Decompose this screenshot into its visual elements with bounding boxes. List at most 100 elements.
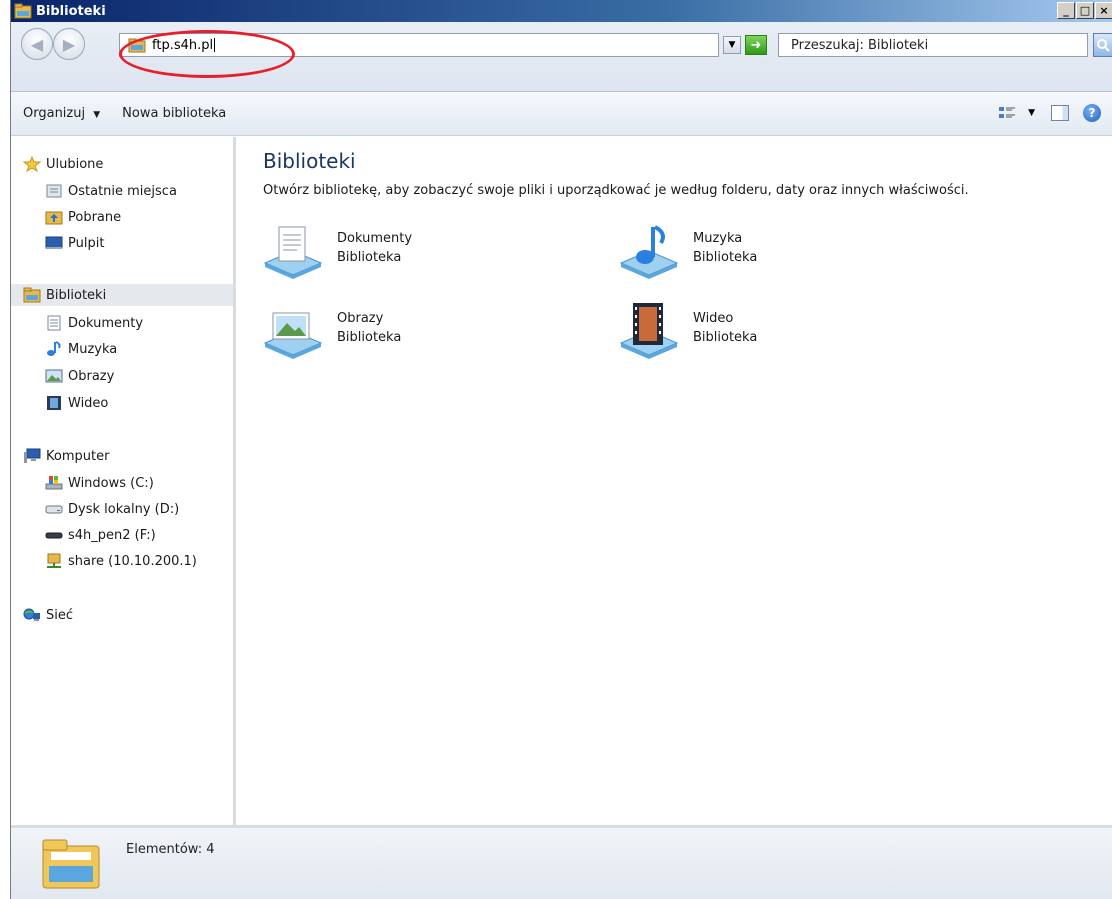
libraries-icon bbox=[14, 3, 32, 19]
forward-arrow-icon: ▶ bbox=[62, 34, 76, 54]
nav-item-label: Dokumenty bbox=[68, 315, 144, 331]
command-bar: Organizuj ▼ Nowa biblioteka ▼ ? bbox=[11, 92, 1112, 136]
libraries-folder-icon bbox=[128, 38, 146, 52]
computer-icon bbox=[23, 448, 41, 464]
nav-item-label: share (10.10.200.1) bbox=[68, 553, 197, 569]
library-type: Biblioteka bbox=[337, 250, 402, 265]
minimize-button[interactable]: _ bbox=[1057, 2, 1075, 19]
window-title: Biblioteki bbox=[36, 3, 106, 19]
nav-pictures[interactable]: Obrazy bbox=[45, 365, 114, 387]
nav-item-label: Dysk lokalny (D:) bbox=[68, 501, 180, 517]
nav-libraries[interactable]: Biblioteki bbox=[11, 284, 233, 306]
nav-music[interactable]: Muzyka bbox=[45, 338, 117, 360]
help-icon[interactable]: ? bbox=[1083, 104, 1101, 122]
libraries-icon bbox=[23, 287, 41, 303]
nav-item-label: Ostatnie miejsca bbox=[68, 183, 177, 199]
nav-drive-c[interactable]: Windows (C:) bbox=[45, 472, 154, 494]
nav-downloads[interactable]: Pobrane bbox=[45, 206, 121, 228]
film-icon bbox=[45, 395, 63, 411]
search-input[interactable]: Przeszukaj: Biblioteki bbox=[778, 33, 1088, 57]
address-input[interactable]: ftp.s4h.pl bbox=[119, 33, 719, 57]
nav-item-label: Wideo bbox=[68, 395, 109, 411]
chevron-down-icon[interactable]: ▼ bbox=[1028, 108, 1035, 118]
navigation-pane: Ulubione Ostatnie miejsca Pobrane Pulpit… bbox=[11, 137, 236, 825]
back-arrow-icon: ◀ bbox=[30, 34, 44, 54]
nav-documents[interactable]: Dokumenty bbox=[45, 312, 143, 334]
details-pane: Elementów: 4 bbox=[11, 825, 1112, 899]
nav-item-label: s4h_pen2 (F:) bbox=[68, 527, 156, 543]
view-options-icon[interactable] bbox=[998, 105, 1016, 121]
window-controls: _ □ × bbox=[1056, 2, 1112, 19]
explorer-window: Biblioteki _ □ × ◀ ▶ ftp.s4h.pl ▼ ➜ Prze… bbox=[10, 0, 1112, 899]
page-title: Biblioteki bbox=[263, 149, 356, 173]
nav-computer-label: Komputer bbox=[46, 448, 110, 464]
new-library-button[interactable]: Nowa biblioteka bbox=[122, 106, 226, 121]
nav-favorites[interactable]: Ulubione bbox=[23, 153, 103, 175]
library-type: Biblioteka bbox=[693, 330, 758, 345]
nav-libraries-label: Biblioteki bbox=[46, 287, 107, 303]
go-button[interactable]: ➜ bbox=[745, 35, 767, 55]
view-controls: ▼ ? bbox=[998, 104, 1101, 122]
nav-item-label: Pulpit bbox=[68, 235, 105, 251]
removable-drive-icon bbox=[45, 527, 63, 543]
recent-places-icon bbox=[45, 183, 63, 199]
document-icon bbox=[45, 315, 63, 331]
video-library-icon bbox=[619, 303, 679, 359]
libraries-icon bbox=[42, 839, 100, 889]
go-arrow-icon: ➜ bbox=[750, 37, 762, 53]
nav-drive-d[interactable]: Dysk lokalny (D:) bbox=[45, 498, 179, 520]
library-item-video[interactable]: Wideo Biblioteka bbox=[617, 303, 757, 361]
nav-network[interactable]: Sieć bbox=[23, 604, 73, 626]
search-placeholder: Przeszukaj: Biblioteki bbox=[791, 37, 929, 53]
pictures-library-icon bbox=[263, 312, 323, 359]
library-item-documents[interactable]: Dokumenty Biblioteka bbox=[261, 223, 412, 281]
library-type: Biblioteka bbox=[337, 330, 402, 345]
library-type: Biblioteka bbox=[693, 250, 758, 265]
organize-label: Organizuj bbox=[23, 106, 86, 121]
windows-drive-icon bbox=[45, 475, 63, 491]
nav-network-share[interactable]: share (10.10.200.1) bbox=[45, 550, 197, 572]
nav-desktop[interactable]: Pulpit bbox=[45, 232, 104, 254]
nav-video[interactable]: Wideo bbox=[45, 392, 108, 414]
back-button[interactable]: ◀ bbox=[21, 28, 53, 60]
network-icon bbox=[23, 607, 41, 623]
music-note-icon bbox=[45, 341, 63, 357]
network-drive-icon bbox=[45, 553, 63, 569]
maximize-button[interactable]: □ bbox=[1076, 2, 1094, 19]
organize-menu[interactable]: Organizuj ▼ bbox=[23, 106, 100, 121]
chevron-down-icon: ▼ bbox=[93, 110, 101, 120]
picture-icon bbox=[45, 368, 63, 384]
nav-computer[interactable]: Komputer bbox=[23, 445, 109, 467]
nav-recent-places[interactable]: Ostatnie miejsca bbox=[45, 180, 177, 202]
forward-button[interactable]: ▶ bbox=[53, 28, 85, 60]
title-bar[interactable]: Biblioteki _ □ × bbox=[11, 0, 1112, 22]
nav-item-label: Pobrane bbox=[68, 209, 122, 225]
star-icon bbox=[23, 156, 41, 172]
nav-item-label: Obrazy bbox=[68, 368, 115, 384]
nav-drive-f[interactable]: s4h_pen2 (F:) bbox=[45, 524, 156, 546]
hard-drive-icon bbox=[45, 501, 63, 517]
documents-library-icon bbox=[263, 226, 323, 279]
library-name: Dokumenty bbox=[337, 231, 413, 246]
nav-item-label: Windows (C:) bbox=[68, 475, 154, 491]
search-button[interactable] bbox=[1093, 33, 1112, 57]
downloads-icon bbox=[45, 209, 63, 225]
nav-item-label: Muzyka bbox=[68, 341, 118, 357]
library-name: Muzyka bbox=[693, 231, 743, 246]
text-caret bbox=[214, 38, 216, 52]
search-icon bbox=[1097, 39, 1110, 52]
address-dropdown-button[interactable]: ▼ bbox=[723, 36, 741, 54]
library-item-pictures[interactable]: Obrazy Biblioteka bbox=[261, 303, 401, 361]
nav-favorites-label: Ulubione bbox=[46, 156, 104, 172]
nav-buttons: ◀ ▶ bbox=[21, 28, 85, 60]
chevron-down-icon: ▼ bbox=[728, 40, 736, 50]
address-value: ftp.s4h.pl bbox=[152, 37, 214, 53]
library-name: Wideo bbox=[693, 311, 734, 326]
preview-pane-icon[interactable] bbox=[1051, 105, 1069, 121]
close-button[interactable]: × bbox=[1095, 2, 1112, 19]
library-item-music[interactable]: Muzyka Biblioteka bbox=[617, 223, 757, 281]
content-area: Biblioteki Otwórz bibliotekę, aby zobacz… bbox=[239, 137, 1112, 825]
nav-network-label: Sieć bbox=[46, 607, 74, 623]
item-count: Elementów: 4 bbox=[126, 842, 215, 857]
library-name: Obrazy bbox=[337, 311, 384, 326]
